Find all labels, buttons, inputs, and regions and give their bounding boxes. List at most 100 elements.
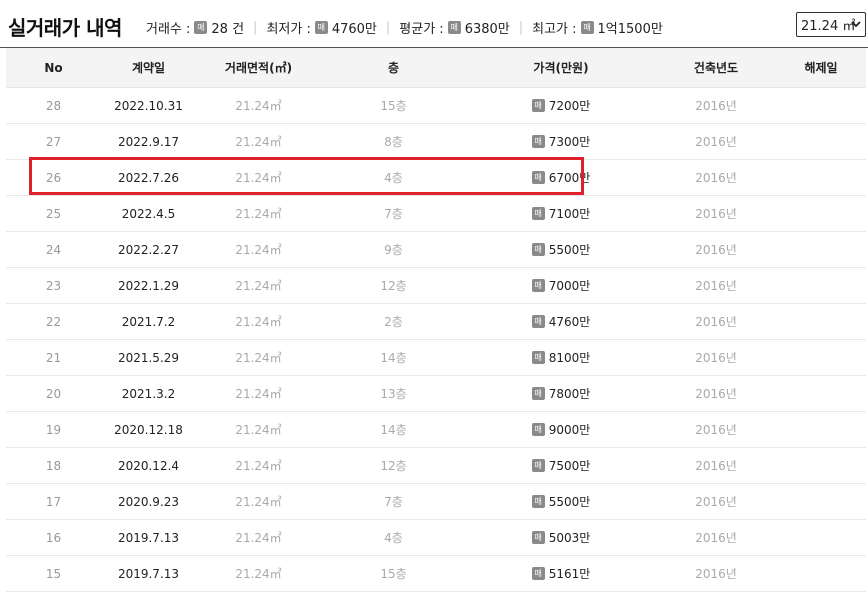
sale-badge-icon: 매 [531,135,545,149]
transaction-table: No 계약일 거래면적(㎡) 층 가격(만원) 건축년도 해제일 28 2022.… [6,48,866,592]
cell-date: 2022.9.17 [117,134,180,149]
stat-count-value: 28 건 [211,22,245,37]
price-text: 5003만 [548,531,591,546]
cell-price: 매 7100만 [466,205,656,223]
price-text: 4760만 [548,315,591,330]
table-row: 26 2022.7.26 21.24㎡ 4층 매 6700만 2016년 [6,160,866,196]
price-text: 6700만 [548,171,591,186]
table-row: 17 2020.9.23 21.24㎡ 7층 매 5500만 2016년 [6,484,866,520]
cell-year: 2016년 [695,567,737,581]
table-row: 24 2022.2.27 21.24㎡ 9층 매 5500만 2016년 [6,232,866,268]
price-value: 매 5161만 [531,565,591,582]
cell-price: 매 7200만 [466,97,656,115]
cell-date: 2019.7.13 [117,530,180,545]
area-select[interactable]: 21.24 ㎡ [796,12,866,37]
cell-floor: 13층 [380,387,407,401]
price-text: 7500만 [548,459,591,474]
sale-badge-icon: 매 [531,99,545,113]
cell-date: 2021.5.29 [117,350,180,365]
cell-date: 2022.1.29 [117,278,180,293]
stat-max-label: 최고가 : [532,22,577,37]
table-row: 15 2019.7.13 21.24㎡ 15층 매 5161만 2016년 [6,556,866,592]
cell-no: 25 [45,206,62,221]
price-text: 7100만 [548,207,591,222]
cell-area: 21.24㎡ [235,567,282,581]
stat-avg-value: 6380만 [464,22,510,37]
cell-floor: 2층 [384,315,403,329]
col-header-cancel: 해제일 [804,61,838,75]
price-value: 매 8100만 [531,349,591,366]
cell-area: 21.24㎡ [235,315,282,329]
stat-avg-label: 평균가 : [399,22,444,37]
stat-count: 거래수 : 매 28 건 [146,18,244,37]
cell-area: 21.24㎡ [235,423,282,437]
table-body: 28 2022.10.31 21.24㎡ 15층 매 7200만 2016년 27 2022.9… [6,88,866,592]
col-header-no: No [44,60,63,75]
cell-year: 2016년 [695,207,737,221]
col-header-date: 계약일 [131,61,166,75]
cell-price: 매 6700만 [466,169,656,187]
cell-price: 매 5003만 [466,529,656,547]
sale-badge-icon: 매 [531,531,545,545]
price-value: 매 7800만 [531,385,590,402]
divider: | [518,20,524,35]
sale-badge-icon: 매 [580,21,594,34]
cell-no: 27 [45,134,62,149]
sale-badge-icon: 매 [531,567,545,581]
price-value: 매 7100만 [531,205,591,222]
table-row: 19 2020.12.18 21.24㎡ 14층 매 9000만 2016년 [6,412,866,448]
price-value: 매 7000만 [531,277,591,294]
stats-bar: 거래수 : 매 28 건 | 최저가 : 매 4760만 | 평균가 : 매 6… [146,18,663,37]
sale-badge-icon: 매 [531,171,545,185]
price-value: 매 7500만 [531,457,591,474]
cell-area: 21.24㎡ [235,135,282,149]
sale-badge-icon: 매 [194,21,208,34]
table-row: 28 2022.10.31 21.24㎡ 15층 매 7200만 2016년 [6,88,866,124]
sale-badge-icon: 매 [531,423,545,437]
cell-date: 2022.4.5 [121,206,176,221]
cell-floor: 4층 [384,531,403,545]
price-text: 7300만 [548,135,591,150]
cell-floor: 9층 [384,243,403,257]
price-value: 매 7300만 [531,133,591,150]
sale-badge-icon: 매 [531,207,545,221]
price-text: 7000만 [548,279,591,294]
cell-date: 2020.12.18 [114,422,183,437]
cell-year: 2016년 [695,315,737,329]
cell-year: 2016년 [695,495,737,509]
stat-min-value: 4760만 [331,22,377,37]
cell-floor: 7층 [384,495,403,509]
cell-date: 2021.3.2 [121,386,176,401]
price-text: 8100만 [548,351,591,366]
cell-no: 16 [45,530,62,545]
cell-price: 매 9000만 [466,421,656,439]
divider: | [385,20,391,35]
price-value: 매 5500만 [531,241,590,258]
cell-area: 21.24㎡ [235,207,282,221]
col-header-area: 거래면적(㎡) [224,61,293,75]
cell-floor: 4층 [384,171,403,185]
price-text: 5161만 [548,567,591,582]
table-row: 25 2022.4.5 21.24㎡ 7층 매 7100만 2016년 [6,196,866,232]
stat-max-value: 1억1500만 [597,22,663,37]
cell-no: 24 [45,242,62,257]
cell-year: 2016년 [695,387,737,401]
cell-no: 18 [45,458,62,473]
cell-year: 2016년 [695,531,737,545]
cell-area: 21.24㎡ [235,531,282,545]
cell-floor: 7층 [384,207,403,221]
col-header-floor: 층 [387,61,400,75]
cell-price: 매 4760만 [466,313,656,331]
cell-price: 매 7300만 [466,133,656,151]
stat-min: 최저가 : 매 4760만 [266,18,377,37]
price-value: 매 7200만 [531,97,590,114]
cell-year: 2016년 [695,351,737,365]
cell-price: 매 5161만 [466,565,656,583]
cell-area: 21.24㎡ [235,279,282,293]
cell-price: 매 5500만 [466,241,656,259]
chevron-down-icon [851,17,861,34]
cell-area: 21.24㎡ [235,351,282,365]
table-row: 18 2020.12.4 21.24㎡ 12층 매 7500만 2016년 [6,448,866,484]
page-title: 실거래가 내역 [8,16,122,40]
cell-date: 2020.12.4 [117,458,180,473]
